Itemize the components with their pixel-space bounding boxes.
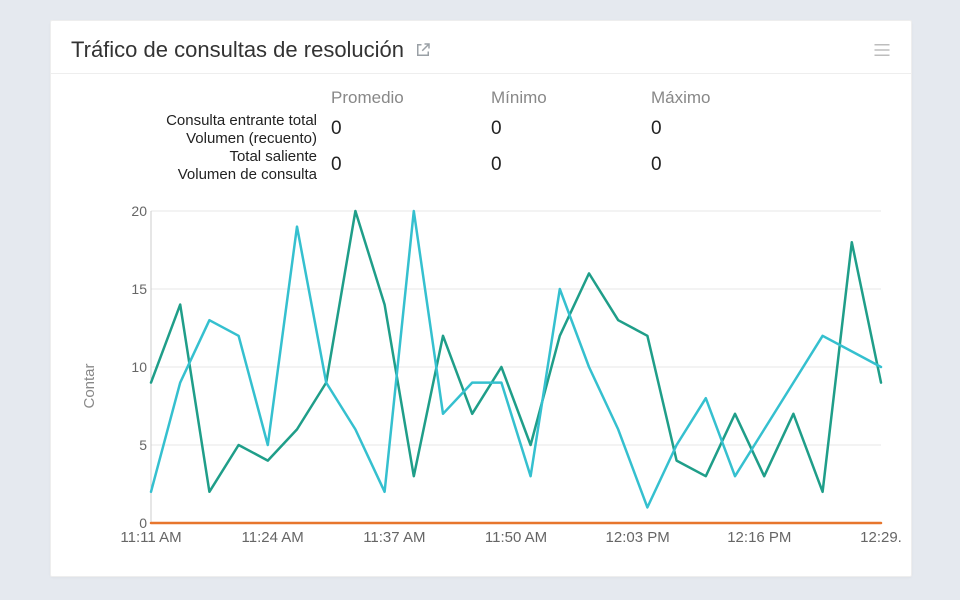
row-0-min: 0 (491, 112, 651, 148)
col-min: Mínimo (491, 82, 651, 112)
panel-title-text: Tráfico de consultas de resolución (71, 37, 404, 63)
row-1-label: Total saliente Volumen de consulta (71, 148, 331, 184)
row-0-avg: 0 (331, 112, 491, 148)
menu-icon[interactable] (873, 43, 891, 57)
chart-area: Contar 05101520 11:11 AM11:24 AM11:37 AM… (71, 211, 891, 561)
col-max: Máximo (651, 82, 811, 112)
x-ticks: 11:11 AM11:24 AM11:37 AM11:50 AM12:03 PM… (151, 529, 881, 549)
row-0-max: 0 (651, 112, 811, 148)
traffic-panel: Tráfico de consultas de resolución Prome… (50, 20, 912, 577)
popout-icon[interactable] (414, 41, 432, 59)
chart-svg (151, 211, 881, 523)
row-1-min: 0 (491, 148, 651, 184)
summary-table: Promedio Mínimo Máximo Consulta entrante… (51, 74, 911, 186)
row-1-max: 0 (651, 148, 811, 184)
row-1-avg: 0 (331, 148, 491, 184)
panel-header: Tráfico de consultas de resolución (51, 21, 911, 74)
panel-title: Tráfico de consultas de resolución (71, 37, 432, 63)
plot (151, 211, 881, 523)
y-ticks: 05101520 (121, 211, 147, 523)
y-axis-label: Contar (81, 363, 98, 408)
col-avg: Promedio (331, 82, 491, 112)
row-0-label: Consulta entrante total Volumen (recuent… (71, 112, 331, 148)
